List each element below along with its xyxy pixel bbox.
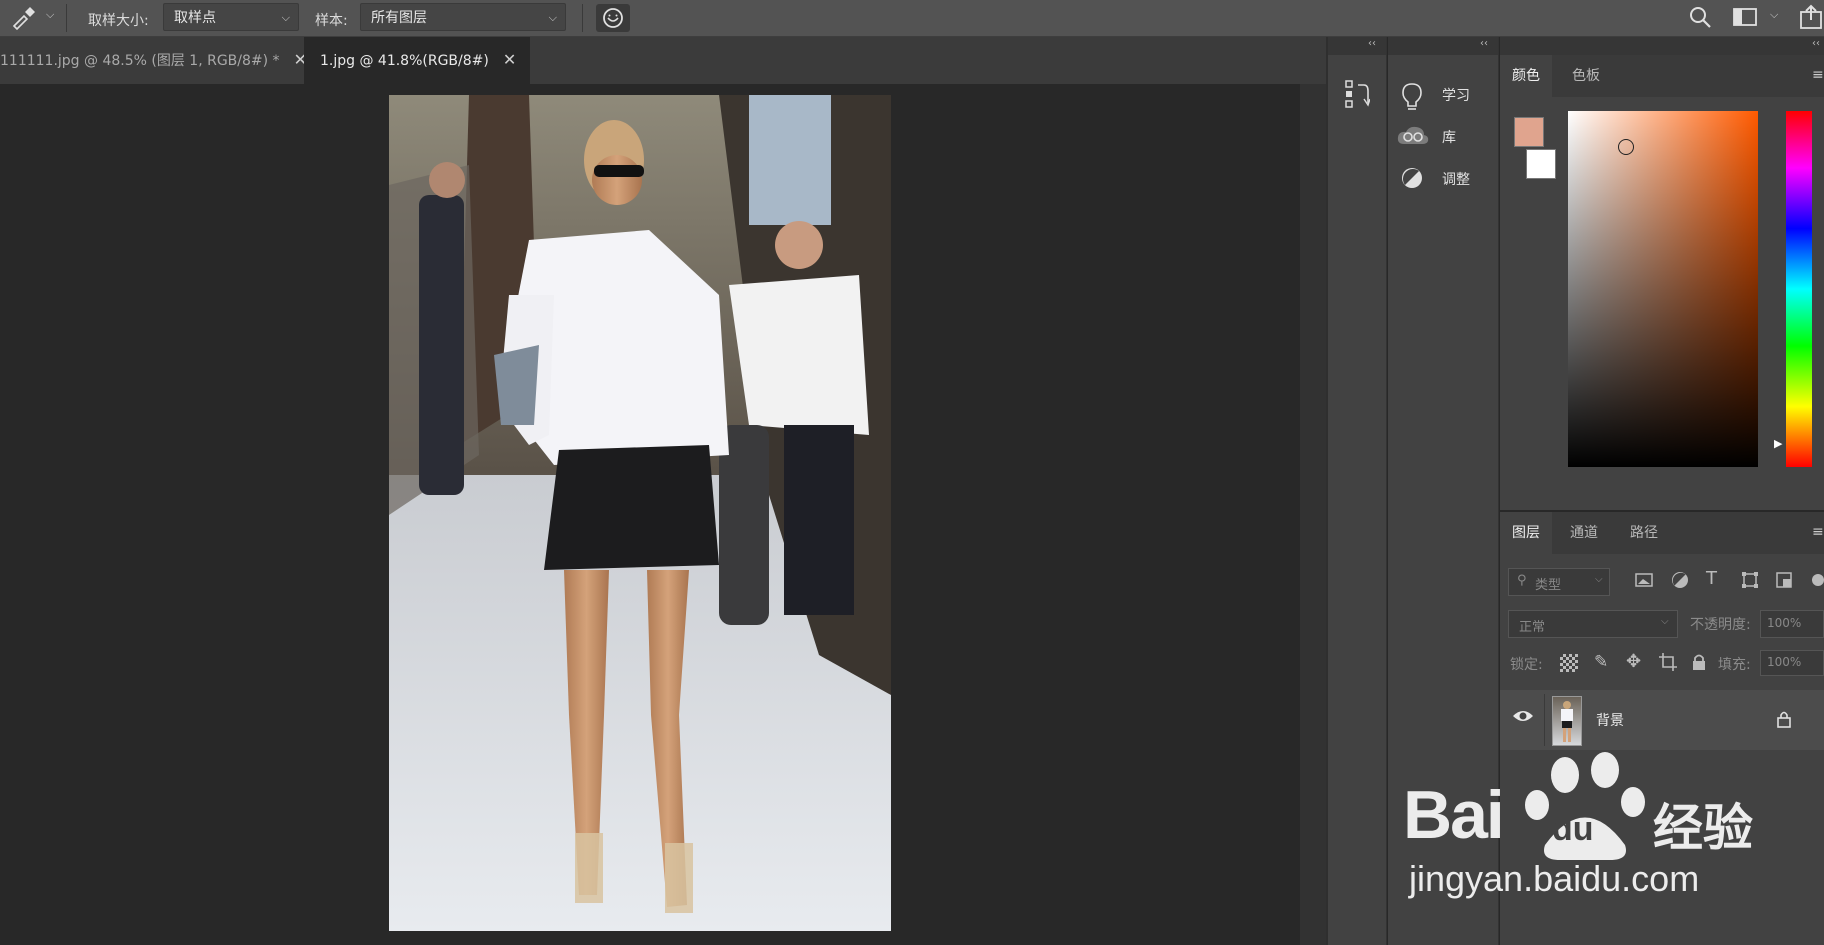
panel-column-header: ‹‹ [1500, 37, 1824, 55]
cloud-library-icon [1396, 124, 1430, 148]
tab-swatches[interactable]: 色板 [1560, 55, 1612, 97]
tab-paths[interactable]: 路径 [1618, 512, 1670, 554]
lock-icon[interactable] [1776, 710, 1792, 732]
sample-label: 样本: [315, 13, 348, 29]
chevron-down-icon: ⌵ [1595, 574, 1603, 585]
panel-menu-icon[interactable]: ≡ [1812, 67, 1824, 83]
learn-label: 学习 [1442, 88, 1470, 104]
adjustments-label: 调整 [1442, 172, 1470, 188]
layer-name[interactable]: 背景 [1596, 710, 1624, 730]
adjustments-panel-button[interactable]: 调整 [1400, 160, 1496, 196]
close-icon[interactable]: ✕ [503, 50, 516, 69]
sample-select[interactable]: 所有图层 ⌵ [360, 3, 566, 31]
collapse-icon[interactable]: ‹‹ [1812, 38, 1820, 49]
eyedropper-tool-icon[interactable] [10, 6, 36, 34]
sample-size-select[interactable]: 取样点 ⌵ [163, 3, 299, 31]
tab-color[interactable]: 颜色 [1500, 55, 1552, 97]
learn-libraries-adjustments-panel: ‹‹ 学习 库 调整 [1388, 37, 1499, 945]
lock-all-icon[interactable] [1690, 652, 1708, 672]
filter-type-label: 类型 [1535, 578, 1562, 593]
fill-field[interactable]: 100% [1760, 650, 1824, 676]
blend-mode-select[interactable]: 正常 ⌵ [1508, 610, 1678, 638]
lock-transparent-icon[interactable] [1560, 654, 1578, 672]
color-panel: ‹‹ 颜色 色板 ≡ ▶ [1500, 37, 1824, 510]
panel-column-header: ‹‹ [1328, 37, 1386, 55]
workspace-icon[interactable] [1732, 6, 1758, 32]
history-panel-icon[interactable] [1344, 79, 1371, 115]
shape-filter-icon[interactable] [1740, 570, 1764, 594]
sampling-ring-icon [603, 8, 623, 28]
libraries-label: 库 [1442, 130, 1456, 146]
opacity-field[interactable]: 100% [1760, 610, 1824, 638]
layer-thumbnail [1552, 696, 1582, 746]
opacity-value: 100% [1767, 616, 1802, 630]
layer-filter-select[interactable]: ⚲ 类型 ⌵ [1508, 568, 1610, 596]
photo-image [389, 95, 891, 931]
chevron-down-icon[interactable]: ⌵ [1770, 8, 1778, 22]
tab-channels[interactable]: 通道 [1558, 512, 1610, 554]
tab-1-jpg[interactable]: 1.jpg @ 41.8%(RGB/8#) ✕ [304, 37, 530, 84]
blend-mode-value: 正常 [1519, 620, 1546, 635]
tab-label: 111111.jpg @ 48.5% (图层 1, RGB/8#) * [0, 53, 280, 69]
share-icon[interactable] [1798, 4, 1824, 34]
collapsed-panel-column: ‹‹ [1328, 37, 1387, 945]
tab-label: 1.jpg @ 41.8%(RGB/8#) [320, 53, 489, 69]
hue-slider[interactable] [1786, 111, 1812, 467]
document-canvas[interactable] [389, 95, 891, 931]
show-sampling-ring-button[interactable] [596, 4, 630, 32]
tool-preset-chevron-icon[interactable]: ⌵ [46, 8, 54, 22]
type-filter-icon[interactable]: T [1706, 568, 1717, 589]
filter-toggle-icon[interactable] [1808, 570, 1824, 594]
layer-row[interactable]: 背景 [1500, 690, 1824, 750]
tab-layers[interactable]: 图层 [1500, 512, 1552, 554]
background-color-swatch[interactable] [1526, 149, 1556, 179]
hue-slider-handle[interactable]: ▶ [1774, 437, 1782, 450]
chevron-down-icon: ⌵ [548, 11, 557, 24]
separator [582, 4, 583, 32]
lock-label: 锁定: [1510, 657, 1543, 673]
adjustment-filter-icon[interactable] [1670, 570, 1694, 594]
image-filter-icon[interactable] [1634, 570, 1658, 594]
lightbulb-icon [1400, 82, 1424, 110]
options-bar: ⌵ 取样大小: 取样点 ⌵ 样本: 所有图层 ⌵ ⌵ [0, 0, 1824, 37]
color-panel-tabs: 颜色 色板 ≡ [1500, 55, 1824, 97]
adjust-circle-icon [1400, 166, 1424, 190]
libraries-panel-button[interactable]: 库 [1397, 118, 1496, 154]
sample-value: 所有图层 [371, 10, 427, 26]
search-icon[interactable] [1688, 5, 1712, 33]
tab-111111-jpg[interactable]: 111111.jpg @ 48.5% (图层 1, RGB/8#) * ✕ [0, 37, 307, 84]
panel-menu-icon[interactable]: ≡ [1812, 524, 1824, 540]
layers-panel: 图层 通道 路径 ≡ ⚲ 类型 ⌵ T 正常 ⌵ 不透明度: 100% 锁定: … [1500, 512, 1824, 945]
sample-size-value: 取样点 [174, 10, 216, 26]
opacity-label: 不透明度: [1690, 617, 1751, 633]
lock-pixels-brush-icon[interactable]: ✎ [1594, 652, 1608, 672]
chevron-down-icon: ⌵ [1661, 616, 1669, 627]
learn-panel-button[interactable]: 学习 [1400, 76, 1496, 112]
collapse-icon[interactable]: ‹‹ [1368, 38, 1376, 49]
layers-panel-tabs: 图层 通道 路径 ≡ [1500, 512, 1824, 554]
sample-size-label: 取样大小: [88, 13, 149, 29]
separator [66, 4, 67, 32]
lock-artboard-icon[interactable] [1658, 652, 1678, 672]
lock-position-move-icon[interactable]: ✥ [1626, 651, 1641, 672]
fill-label: 填充: [1718, 657, 1751, 673]
smart-object-filter-icon[interactable] [1774, 570, 1798, 594]
fill-value: 100% [1767, 655, 1802, 669]
eye-visibility-icon[interactable] [1512, 708, 1534, 728]
canvas-vertical-scrollbar[interactable] [1300, 84, 1326, 945]
chevron-down-icon: ⌵ [281, 11, 290, 24]
panel-column-header: ‹‹ [1388, 37, 1498, 55]
collapse-icon[interactable]: ‹‹ [1480, 38, 1488, 49]
divider [1544, 694, 1545, 746]
foreground-color-swatch[interactable] [1514, 117, 1544, 147]
saturation-brightness-field[interactable] [1568, 111, 1758, 467]
document-tab-bar: 111111.jpg @ 48.5% (图层 1, RGB/8#) * ✕ 1.j… [0, 37, 1326, 84]
search-icon: ⚲ [1517, 573, 1527, 588]
color-picker-ring[interactable] [1618, 139, 1634, 155]
